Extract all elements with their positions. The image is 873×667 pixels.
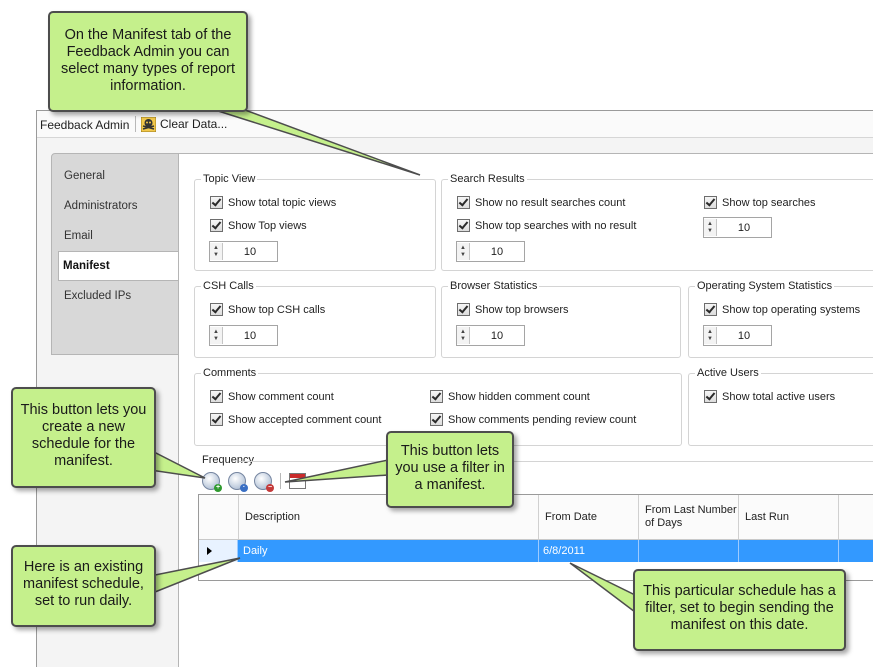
callout-new-schedule: This button lets you create a new schedu… [11, 387, 156, 488]
pointer-new-schedule [149, 448, 206, 479]
callout-manifest-tab: On the Manifest tab of the Feedback Admi… [48, 11, 248, 112]
pointer-date [569, 562, 636, 614]
pointer-existing [154, 557, 241, 594]
pointer-filter [284, 459, 389, 483]
pointer-manifest-tab [214, 109, 421, 176]
callout-date: This particular schedule has a filter, s… [633, 569, 846, 651]
callout-filter: This button lets you use a filter in a m… [386, 431, 514, 508]
callout-existing: Here is an existing manifest schedule, s… [11, 545, 156, 627]
